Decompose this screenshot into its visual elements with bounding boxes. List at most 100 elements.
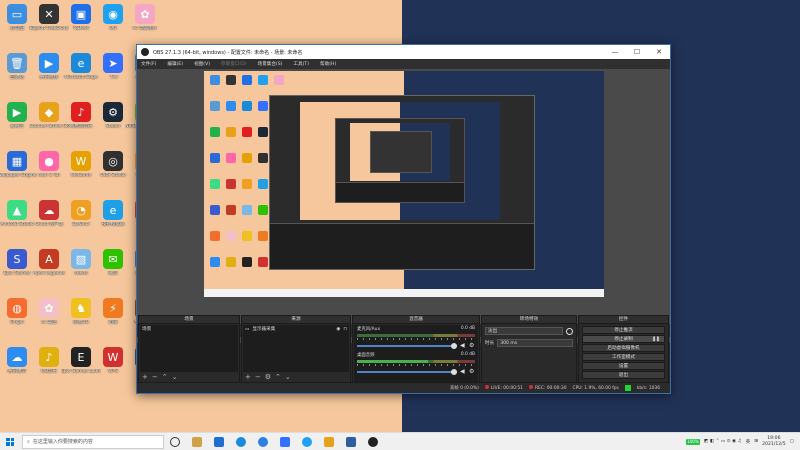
taskbar-app-icon[interactable] bbox=[340, 433, 362, 450]
taskbar-search-box[interactable]: ⌕ 在这里输入你要搜索的内容 bbox=[22, 434, 164, 449]
desktop-icon[interactable]: ◉ QQ bbox=[96, 4, 130, 44]
obs-preview-area[interactable]: 未选择源 ⚙ 属性 ◫ 滤镜 bbox=[137, 69, 670, 343]
input-language[interactable]: 英 bbox=[746, 439, 751, 445]
desktop-icon[interactable]: W WPS bbox=[96, 347, 130, 387]
desktop-icon[interactable]: ⚡ 迅雷 bbox=[96, 298, 130, 338]
taskbar-app-icon[interactable] bbox=[274, 433, 296, 450]
desktop-icon[interactable]: ♞ 网易UU bbox=[64, 298, 98, 338]
taskbar-app-icon[interactable] bbox=[186, 433, 208, 450]
desktop-icon[interactable]: ▧ seeds bbox=[64, 249, 98, 289]
settings-button[interactable]: 设置 bbox=[582, 362, 665, 370]
desktop-icon[interactable]: ➤ 飞书 bbox=[96, 53, 130, 93]
channel-settings-icon[interactable]: ⚙ bbox=[469, 368, 475, 375]
desktop-icon[interactable]: A Apex Legends bbox=[32, 249, 66, 289]
move-down-icon[interactable]: ⌄ bbox=[172, 373, 178, 381]
obs-menubar: 文件(F) 编辑(E) 视图(V) 停靠窗口(D) 场景集合(S) 工具(T) … bbox=[137, 59, 670, 69]
desktop-icon[interactable]: ✿ cc 动漫图片 bbox=[128, 4, 162, 44]
menu-scene-collection[interactable]: 场景集合(S) bbox=[258, 61, 283, 67]
taskview-icon[interactable] bbox=[164, 433, 186, 450]
app-icon: 🗑 bbox=[7, 53, 27, 73]
menu-help[interactable]: 帮助(H) bbox=[320, 61, 336, 67]
desktop-icon[interactable]: 🗑 回收站 bbox=[0, 53, 34, 93]
start-button[interactable] bbox=[2, 433, 18, 450]
ime-icon[interactable]: ⊞ bbox=[754, 439, 758, 444]
tray-icons[interactable]: ◩ ◧ ⌃ ▭ ⊙ ◉ ♫ bbox=[704, 439, 742, 444]
taskbar-app-icon[interactable] bbox=[230, 433, 252, 450]
menu-edit[interactable]: 编辑(E) bbox=[167, 61, 183, 67]
menu-docks[interactable]: 停靠窗口(D) bbox=[221, 61, 247, 67]
move-up-icon[interactable]: ⌃ bbox=[162, 373, 168, 381]
desktop-icon[interactable]: e Microsoft Edge bbox=[64, 53, 98, 93]
desktop-icon[interactable]: ◍ Origin bbox=[0, 298, 34, 338]
desktop-icon[interactable]: ☁ 腾讯课堂 bbox=[0, 347, 34, 387]
desktop-icon[interactable]: ▲ Android Studio bbox=[0, 200, 34, 240]
desktop-icon[interactable]: e 夜神模拟器 bbox=[96, 200, 130, 240]
menu-view[interactable]: 视图(V) bbox=[194, 61, 210, 67]
close-button[interactable]: ✕ bbox=[648, 48, 670, 56]
preview-canvas[interactable] bbox=[204, 71, 604, 297]
menu-tools[interactable]: 工具(T) bbox=[293, 61, 309, 67]
add-source-icon[interactable]: + bbox=[245, 373, 251, 381]
desktop-icon[interactable]: ✉ 微信 bbox=[96, 249, 130, 289]
studio-mode-button[interactable]: 工作室模式 bbox=[582, 353, 665, 361]
exit-button[interactable]: 退出 bbox=[582, 371, 665, 379]
scene-list-item[interactable]: 场景 bbox=[140, 325, 238, 333]
app-icon: A bbox=[39, 249, 59, 269]
desktop-icon[interactable]: ▶ 腾讯视频 bbox=[32, 53, 66, 93]
speaker-icon[interactable]: ◀ bbox=[460, 342, 466, 349]
transition-select[interactable]: 淡出 bbox=[485, 327, 563, 335]
battery-icon[interactable]: 100% bbox=[686, 438, 701, 445]
source-up-icon[interactable]: ⌃ bbox=[275, 373, 281, 381]
menu-file[interactable]: 文件(F) bbox=[141, 61, 156, 67]
stop-streaming-button[interactable]: 停止推流 bbox=[582, 326, 665, 334]
taskbar-app-icon[interactable] bbox=[252, 433, 274, 450]
desktop-icon[interactable]: ⚙ Steam bbox=[96, 102, 130, 142]
duration-input[interactable]: 300 ms bbox=[497, 339, 573, 347]
remove-scene-icon[interactable]: − bbox=[152, 373, 158, 381]
source-down-icon[interactable]: ⌄ bbox=[285, 373, 291, 381]
desktop-icon[interactable]: ☁ Cloud 客户端 bbox=[32, 200, 66, 240]
channel-settings-icon[interactable]: ⚙ bbox=[469, 342, 475, 349]
volume-slider[interactable] bbox=[357, 368, 457, 375]
stop-recording-button[interactable]: 停止录制 ❚❚ bbox=[582, 335, 665, 343]
preview-taskbar bbox=[204, 289, 604, 297]
app-icon: ◍ bbox=[7, 298, 27, 318]
notification-icon[interactable]: ▢ bbox=[790, 439, 794, 444]
remove-source-icon[interactable]: − bbox=[255, 373, 261, 381]
obs-titlebar[interactable]: OBS 27.1.3 (64-bit, windows) - 配置文件: 未命名… bbox=[137, 45, 670, 59]
transition-settings-icon[interactable] bbox=[566, 327, 573, 335]
taskbar-obs-icon[interactable] bbox=[362, 433, 384, 450]
desktop-icon[interactable]: ✿ cc 漫画 bbox=[32, 298, 66, 338]
desktop-icon[interactable]: EEpic Games Launcher bbox=[61, 347, 101, 387]
desktop-icon[interactable]: ▭ 此电脑 bbox=[0, 4, 34, 44]
obs-window[interactable]: OBS 27.1.3 (64-bit, windows) - 配置文件: 未命名… bbox=[136, 44, 671, 394]
desktop-icon[interactable]: S Epic Games bbox=[0, 249, 34, 289]
desktop-icon[interactable]: ✕ Bigsoft WebDiary bbox=[30, 4, 68, 44]
lock-icon[interactable]: ⊓ bbox=[343, 327, 347, 332]
desktop-icon[interactable]: ◆Counter-Strike Global Offensive bbox=[29, 102, 69, 142]
taskbar-app-icon[interactable] bbox=[318, 433, 340, 450]
desktop-icon[interactable]: ▣ ToDesk bbox=[64, 4, 98, 44]
volume-slider[interactable] bbox=[357, 342, 457, 349]
start-virtual-camera-button[interactable]: 启动虚拟摄像机 bbox=[582, 344, 665, 352]
speaker-icon[interactable]: ◀ bbox=[460, 368, 466, 375]
taskbar-clock[interactable]: 19:06 2021/12/5 bbox=[762, 436, 786, 447]
desktop-icon[interactable]: ◔ DaVinci bbox=[64, 200, 98, 240]
rec-indicator-icon bbox=[528, 385, 533, 389]
desktop-icon[interactable]: ♪ QQ音乐 bbox=[32, 347, 66, 387]
taskbar-app-icon[interactable] bbox=[208, 433, 230, 450]
desktop-icon[interactable]: ▦ Wallpaper Engine bbox=[0, 151, 37, 191]
maximize-button[interactable]: ☐ bbox=[626, 48, 648, 56]
desktop-icon[interactable]: ● osu! 2 Tai bbox=[32, 151, 66, 191]
desktop-icon[interactable]: ♪ 网易云音乐 bbox=[64, 102, 98, 142]
desktop-icon[interactable]: ▶ 爱奇艺 bbox=[0, 102, 34, 142]
source-settings-icon[interactable]: ⚙ bbox=[265, 373, 271, 381]
taskbar-app-icon[interactable] bbox=[296, 433, 318, 450]
desktop-icon[interactable]: W WeGame bbox=[64, 151, 98, 191]
visibility-eye-icon[interactable]: ◉ bbox=[336, 327, 340, 332]
minimize-button[interactable]: — bbox=[604, 48, 626, 56]
desktop-icon[interactable]: ◎ OBS Studio bbox=[96, 151, 130, 191]
pause-recording-icon[interactable]: ❚❚ bbox=[652, 336, 660, 343]
source-list-item[interactable]: ▭ 显示器采集 ◉ ⊓ bbox=[243, 325, 349, 333]
add-scene-icon[interactable]: + bbox=[142, 373, 148, 381]
